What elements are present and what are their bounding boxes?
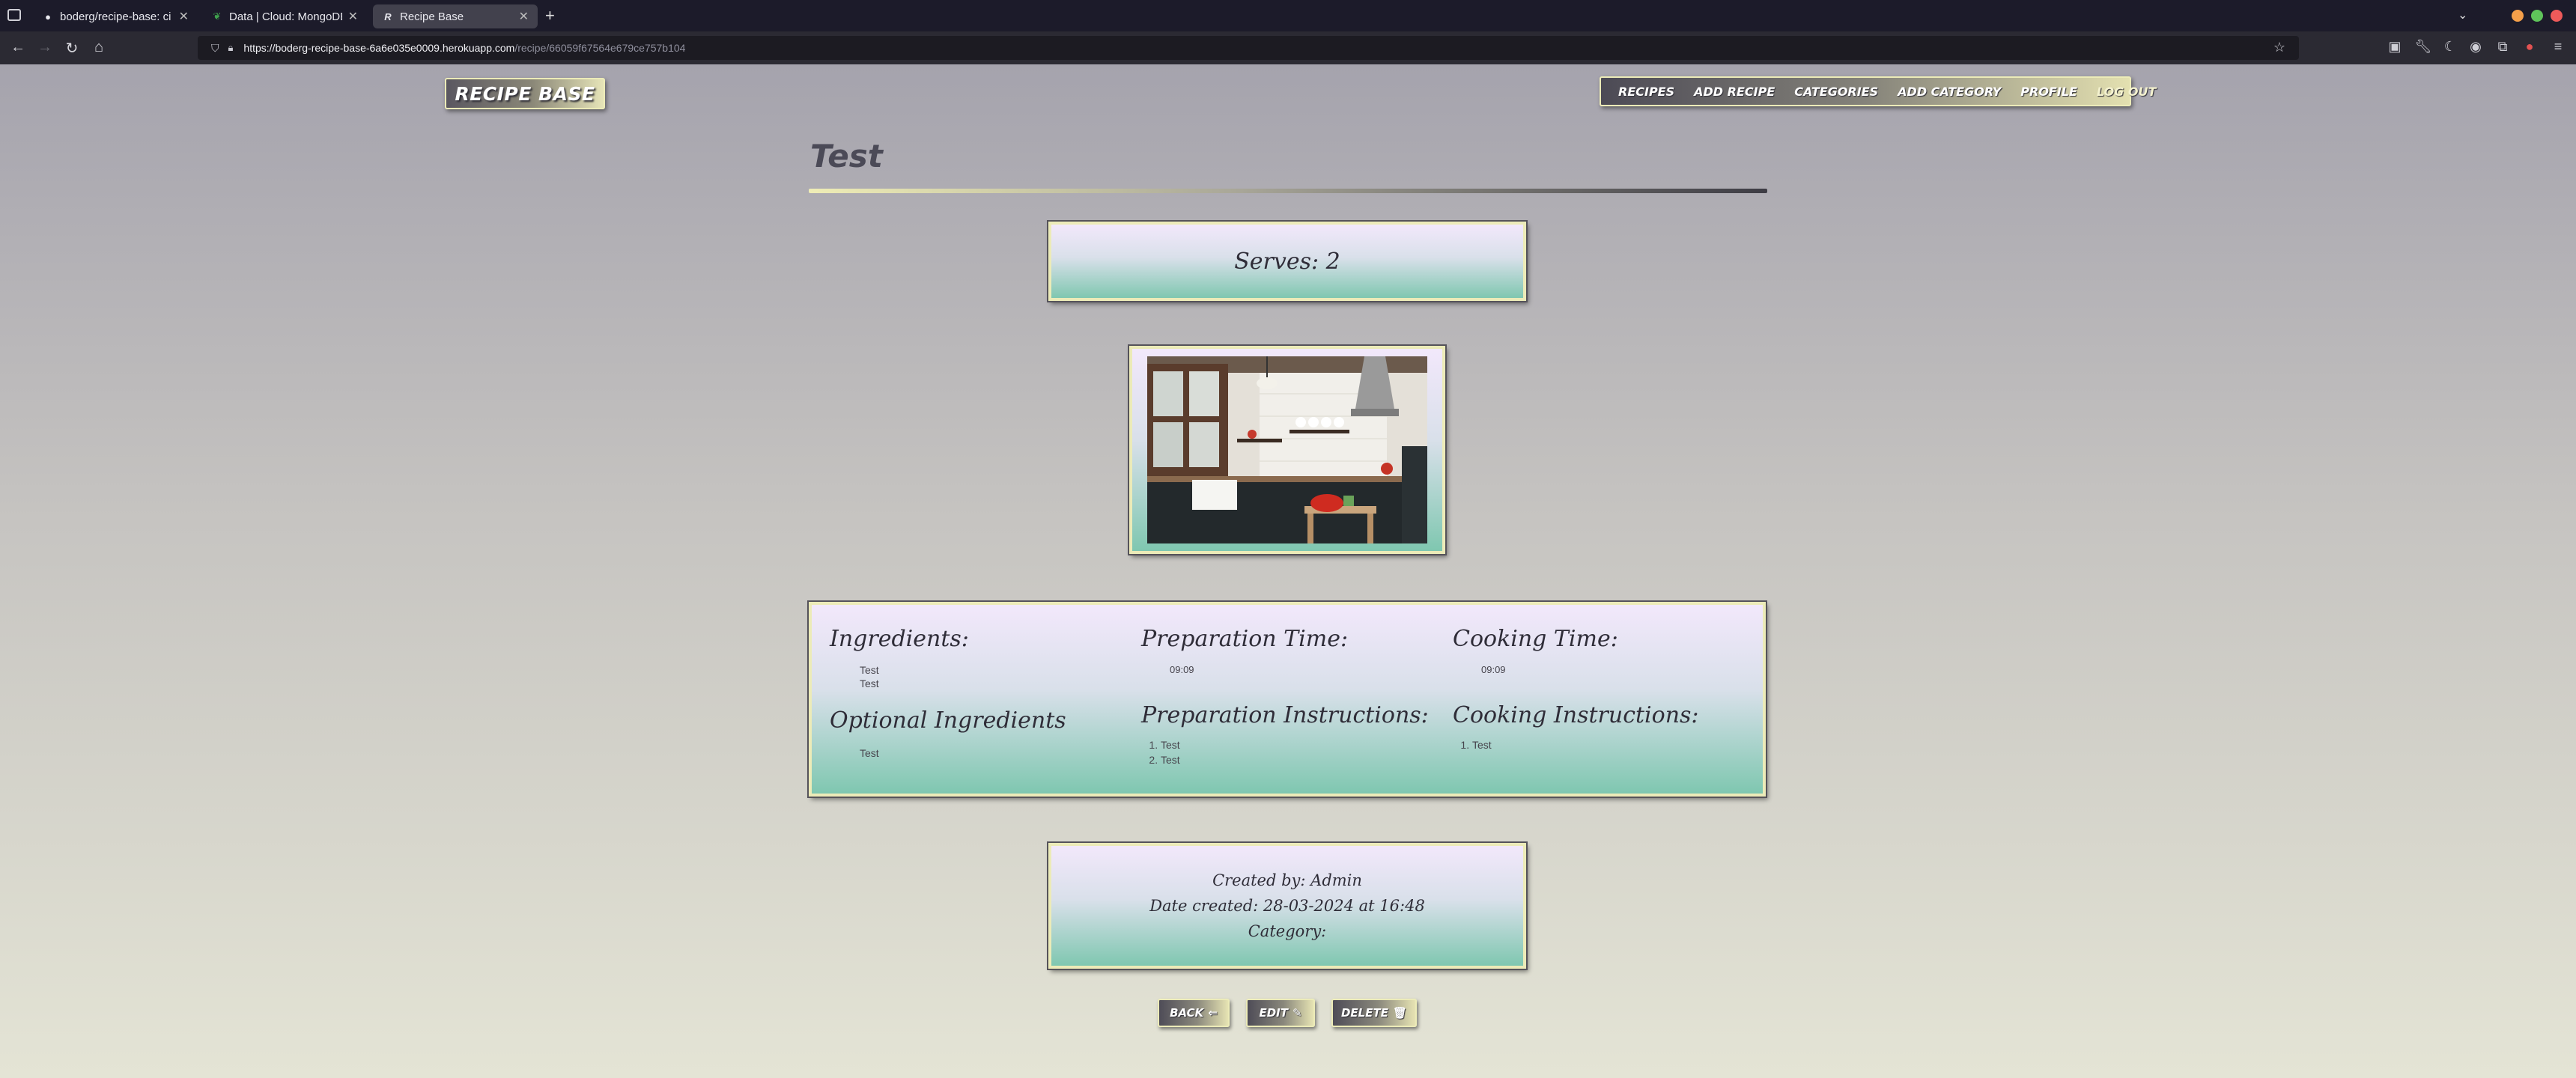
edit-button[interactable]: EDIT ✎ [1246,999,1315,1027]
url-path: /recipe/66059f67564e679ce757b104 [514,42,686,54]
optional-ingredient-item: Test [860,747,879,759]
site-brand-logo[interactable]: RECIPE BASE [445,78,605,109]
maximize-window-button[interactable] [2531,10,2543,22]
menu-hamburger-icon[interactable]: ≡ [2549,39,2567,55]
cooking-time-value: 09:09 [1481,664,1506,675]
nav-link-profile[interactable]: PROFILE [2020,85,2077,99]
close-tab-icon[interactable]: ✕ [179,9,189,24]
ingredients-column: Ingredients: Test Test Optional Ingredie… [830,626,1066,759]
tab-title: boderg/recipe-base: ci mile [60,10,173,23]
preparation-time-heading: Preparation Time: [1141,626,1349,652]
preparation-step: Test [1161,739,1429,751]
optional-ingredients-heading: Optional Ingredients [830,707,1066,734]
browser-tab-bar: ● boderg/recipe-base: ci mile ✕ ❦ Data |… [0,0,2576,31]
main-navigation: RECIPES ADD RECIPE CATEGORIES ADD CATEGO… [1600,76,2156,106]
created-by-text: Created by: Admin [1212,871,1362,889]
reload-icon[interactable]: ↻ [63,39,81,58]
delete-button[interactable]: DELETE 🗑︎ [1331,999,1417,1027]
tab-title: Recipe Base [400,10,464,23]
nav-link-log-out[interactable]: LOG OUT [2097,85,2156,99]
close-tab-icon[interactable]: ✕ [519,9,529,24]
nav-link-add-category[interactable]: ADD CATEGORY [1898,85,2001,99]
ingredient-item: Test [860,677,879,689]
back-button-label: BACK [1170,1006,1204,1020]
category-text: Category: [1248,922,1327,940]
preparation-step: Test [1161,754,1429,766]
extension-color-icon[interactable]: ◉ [2467,39,2485,55]
recipe-details-card: Ingredients: Test Test Optional Ingredie… [807,600,1767,798]
preparation-time-value: 09:09 [1170,664,1194,675]
back-arrow-icon: ⇐ [1208,1006,1218,1020]
preparation-column: Preparation Time: 09:09 Preparation Inst… [1141,626,1429,769]
address-bar[interactable]: ⛉ 🔒︎ https://boderg-recipe-base-6a6e035e… [198,36,2299,60]
cooking-time-heading: Cooking Time: [1453,626,1618,652]
close-tab-icon[interactable]: ✕ [348,9,358,24]
tracking-shield-icon[interactable]: ⛉ [211,42,219,55]
nav-link-add-recipe[interactable]: ADD RECIPE [1694,85,1775,99]
nav-link-recipes[interactable]: RECIPES [1618,85,1674,99]
close-window-button[interactable] [2551,10,2563,22]
recipe-base-r-icon: R [384,10,392,22]
cooking-column: Cooking Time: 09:09 Cooking Instructions… [1453,626,1699,754]
date-created-text: Date created: 28-03-2024 at 16:48 [1149,897,1425,915]
browser-tab-github[interactable]: ● boderg/recipe-base: ci mile ✕ [33,4,198,28]
ingredients-heading: Ingredients: [830,626,969,652]
screenshot-icon[interactable]: ▣ [2386,39,2404,55]
minimize-window-button[interactable] [2512,10,2524,22]
serves-text: Serves: 2 [1234,248,1340,275]
lock-icon[interactable]: 🔒︎ [228,42,234,54]
browser-tab-mongodb[interactable]: ❦ Data | Cloud: MongoDB Clo ✕ [202,4,367,28]
brand-text: RECIPE BASE [455,82,595,105]
cooking-instructions-heading: Cooking Instructions: [1453,702,1699,728]
url-text[interactable]: https://boderg-recipe-base-6a6e035e0009.… [243,42,685,54]
cooking-instructions-list: Test [1472,739,1699,751]
cooking-step: Test [1472,739,1699,751]
back-button[interactable]: BACK ⇐ [1158,999,1230,1027]
ingredient-item: Test [860,664,879,676]
edit-button-label: EDIT [1259,1006,1288,1020]
recipe-title: Test [810,138,883,174]
trash-icon: 🗑︎ [1392,1006,1408,1020]
extensions-puzzle-icon[interactable]: ⧉ [2494,39,2512,55]
mongodb-leaf-icon: ❦ [213,10,222,22]
tab-title: Data | Cloud: MongoDB Clo [229,10,342,23]
recipe-meta-card: Created by: Admin Date created: 28-03-20… [1047,841,1528,970]
preparation-instructions-list: Test Test [1161,739,1429,766]
wrench-icon[interactable]: 🔧︎ [2414,39,2432,55]
new-tab-button[interactable]: + [545,6,555,25]
serves-card: Serves: 2 [1047,220,1528,302]
nav-link-categories[interactable]: CATEGORIES [1794,85,1878,99]
browser-nav-bar: ← → ↻ ⌂ ⛉ 🔒︎ https://boderg-recipe-base-… [0,31,2576,65]
github-icon: ● [45,10,51,22]
bookmark-star-icon[interactable]: ☆ [2273,40,2285,55]
extension-moon-icon[interactable]: ☾ [2441,39,2459,55]
browser-tab-recipe-base[interactable]: R Recipe Base ✕ [373,4,538,28]
forward-arrow-icon[interactable]: → [36,39,54,56]
delete-button-label: DELETE [1340,1006,1388,1020]
title-divider [809,189,1767,193]
edit-pencil-icon: ✎ [1292,1006,1302,1020]
preparation-instructions-heading: Preparation Instructions: [1141,702,1429,728]
recipe-kitchen-photo [1147,356,1427,543]
list-all-tabs-chevron-icon[interactable]: ⌄ [2458,7,2467,22]
profile-extension-icon[interactable]: ● [2521,39,2539,55]
sidebar-toggle-icon[interactable] [7,9,21,21]
back-arrow-icon[interactable]: ← [9,39,27,56]
home-icon[interactable]: ⌂ [90,39,108,56]
url-host: https://boderg-recipe-base-6a6e035e0009.… [243,42,515,54]
recipe-page: RECIPE BASE RECIPES ADD RECIPE CATEGORIE… [0,64,2576,1078]
recipe-image-card [1128,344,1447,555]
